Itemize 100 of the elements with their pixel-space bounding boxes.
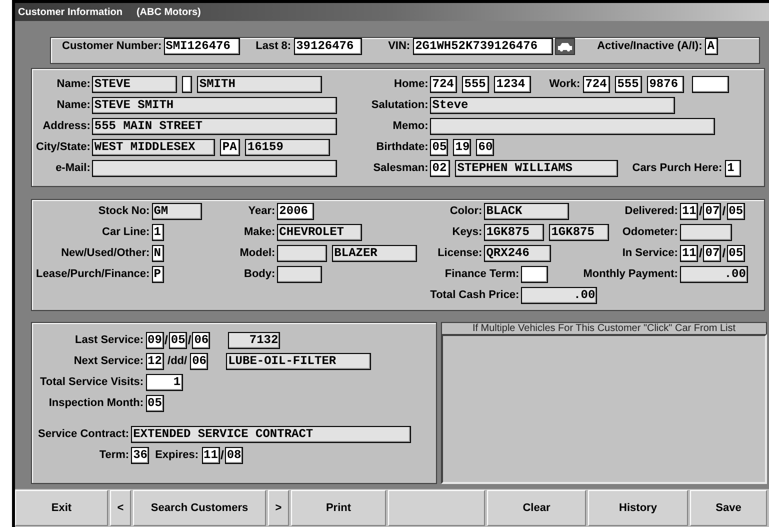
text-field[interactable]: SMI126476 — [164, 38, 240, 55]
text-field[interactable]: 1 — [146, 374, 183, 391]
text-field[interactable] — [430, 118, 716, 135]
text-field[interactable]: N — [152, 245, 164, 262]
text-field[interactable]: 05 — [726, 245, 745, 262]
text-field[interactable]: 2G1WH52K739126476 — [413, 38, 554, 55]
window-title: Customer Information — [18, 6, 122, 20]
text-field[interactable]: LUBE-OIL-FILTER — [226, 353, 372, 370]
text-field[interactable]: 555 MAIN STREET — [92, 118, 338, 135]
text-field[interactable]: 36 — [131, 447, 150, 464]
field-label: Birthdate: — [376, 141, 428, 154]
toolbar-button[interactable]: History — [588, 490, 688, 526]
text-field[interactable]: 08 — [224, 447, 243, 464]
text-field[interactable]: 39126476 — [294, 38, 362, 55]
text-field[interactable]: 1 — [152, 224, 164, 241]
date-separator: / — [220, 449, 224, 462]
date-separator: / — [722, 205, 726, 218]
text-field[interactable]: 724 — [583, 76, 610, 93]
field-label: Salesman: — [373, 162, 428, 175]
text-field[interactable]: STEPHEN WILLIAMS — [455, 160, 618, 177]
text-field[interactable]: 555 — [462, 76, 490, 93]
text-field[interactable] — [277, 245, 328, 262]
field-label: Name: — [56, 78, 90, 91]
text-field[interactable]: BLACK — [484, 203, 570, 220]
field-label: Work: — [549, 78, 580, 91]
text-field[interactable]: CHEVROLET — [277, 224, 362, 241]
text-field[interactable]: 11 — [680, 245, 698, 262]
field-label: Finance Term: — [444, 268, 520, 281]
text-field[interactable] — [680, 224, 732, 241]
text-field[interactable]: GM — [152, 203, 202, 220]
field-label: Customer Number: — [62, 40, 162, 53]
text-field[interactable]: BLAZER — [332, 245, 418, 262]
field-label: Stock No: — [98, 205, 150, 218]
field-label: Next Service: — [74, 355, 144, 368]
text-field[interactable] — [92, 160, 338, 177]
text-field[interactable]: 12 — [146, 353, 164, 370]
text-field[interactable]: 60 — [476, 139, 494, 156]
text-field[interactable]: 9876 — [647, 76, 684, 93]
text-field[interactable]: 16159 — [245, 139, 330, 156]
text-field[interactable]: .00 — [521, 287, 598, 304]
field-label: Term: — [99, 449, 130, 462]
text-field[interactable]: 2006 — [277, 203, 314, 220]
text-field[interactable]: 724 — [430, 76, 458, 93]
text-field[interactable]: .00 — [680, 266, 748, 283]
toolbar-button[interactable]: Print — [291, 490, 386, 526]
text-field[interactable]: 05 — [168, 332, 187, 349]
text-field[interactable]: 555 — [615, 76, 642, 93]
text-field[interactable]: A — [705, 38, 718, 55]
text-field[interactable] — [692, 76, 730, 93]
text-field[interactable]: 05 — [726, 203, 745, 220]
text-field[interactable] — [182, 76, 192, 93]
text-field[interactable]: 06 — [190, 353, 208, 370]
date-separator: / — [698, 205, 702, 218]
text-field[interactable]: 7132 — [228, 332, 280, 349]
field-label: Last 8: — [256, 40, 292, 53]
toolbar-button[interactable]: Exit — [15, 490, 108, 526]
text-field[interactable]: QRX246 — [484, 245, 552, 262]
toolbar-button[interactable]: < — [110, 490, 131, 526]
window-subtitle: (ABC Motors) — [136, 6, 201, 20]
text-field[interactable] — [277, 266, 322, 283]
field-label: Odometer: — [622, 226, 678, 239]
text-field[interactable]: 02 — [430, 160, 450, 177]
text-field[interactable]: 09 — [146, 332, 164, 349]
text-field[interactable]: WEST MIDDLESEX — [92, 139, 216, 156]
field-label: License: — [438, 247, 482, 260]
field-label: Active/Inactive (A/I): — [597, 40, 702, 53]
date-separator: / — [164, 334, 168, 347]
vehicle-lookup-button[interactable] — [555, 38, 576, 55]
text-field[interactable] — [521, 266, 548, 283]
text-field[interactable]: P — [152, 266, 164, 283]
text-field[interactable]: 1GK875 — [549, 224, 610, 241]
text-field[interactable]: 1GK875 — [484, 224, 544, 241]
toolbar-button[interactable]: Save — [690, 490, 767, 526]
date-separator: / — [188, 334, 192, 347]
text-field[interactable]: SMITH — [197, 76, 322, 93]
text-field[interactable]: 05 — [430, 139, 448, 156]
toolbar-button[interactable]: Search Customers — [133, 490, 266, 526]
field-label: Service Contract: — [38, 428, 130, 441]
text-field[interactable]: Steve — [430, 97, 676, 114]
toolbar-button[interactable]: > — [268, 490, 289, 526]
text-field[interactable]: 1 — [725, 160, 742, 177]
text-field[interactable]: 11 — [680, 203, 698, 220]
car-icon — [557, 42, 574, 52]
field-label: Last Service: — [75, 334, 144, 347]
text-field[interactable]: 1234 — [494, 76, 532, 93]
text-field[interactable]: 07 — [703, 203, 722, 220]
toolbar-button[interactable]: Clear — [487, 490, 586, 526]
text-field[interactable]: 19 — [453, 139, 472, 156]
text-field[interactable]: 06 — [192, 332, 210, 349]
field-label: Lease/Purch/Finance: — [36, 268, 150, 281]
field-label: Delivered: — [624, 205, 678, 218]
field-label: /dd/ — [168, 355, 188, 368]
text-field[interactable]: 11 — [202, 447, 220, 464]
text-field[interactable]: STEVE SMITH — [92, 97, 338, 114]
text-field[interactable]: STEVE — [92, 76, 178, 93]
date-separator: / — [722, 247, 726, 260]
text-field[interactable]: PA — [220, 139, 240, 156]
text-field[interactable]: EXTENDED SERVICE CONTRACT — [131, 426, 412, 443]
text-field[interactable]: 07 — [703, 245, 722, 262]
text-field[interactable]: 05 — [146, 395, 164, 412]
